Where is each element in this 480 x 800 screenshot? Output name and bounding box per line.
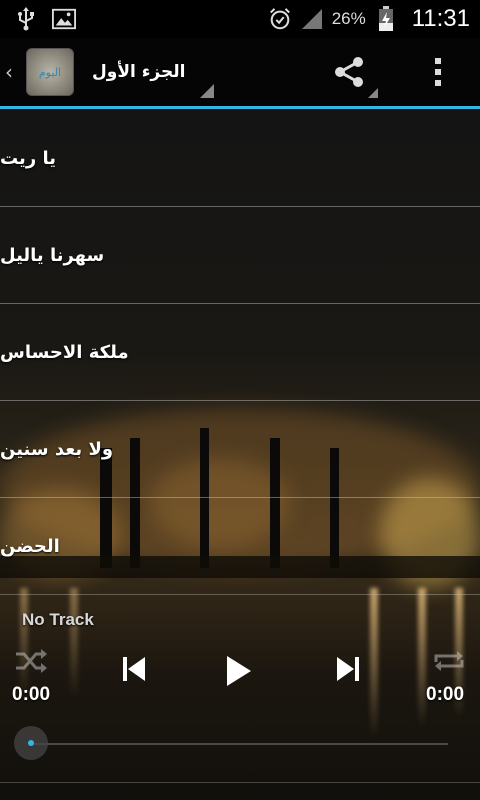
seek-bar[interactable]: [32, 743, 448, 745]
song-title: سهرنا ياليل: [0, 244, 105, 266]
next-icon: [337, 657, 359, 681]
song-item[interactable]: الحضن: [0, 498, 480, 595]
section-title: الجزء الأول: [92, 62, 186, 82]
usb-icon: [14, 7, 38, 31]
song-title: ولا بعد سنين: [0, 438, 114, 460]
duration: 0:00: [426, 684, 465, 705]
play-icon: [227, 656, 251, 686]
battery-charging-icon: [374, 6, 398, 31]
spinner-corner-icon: [200, 84, 214, 98]
action-bar-accent-line: [0, 106, 480, 109]
app-icon-label: اليوم: [38, 65, 62, 79]
section-spinner[interactable]: الجزء الأول: [92, 38, 214, 106]
current-time: 0:00: [12, 684, 51, 705]
shuffle-icon: [16, 649, 47, 673]
seek-thumb[interactable]: [14, 726, 48, 760]
overflow-dot: [435, 80, 441, 86]
next-button[interactable]: [330, 652, 364, 686]
share-button[interactable]: [320, 38, 380, 106]
action-bar: ‹ اليوم الجزء الأول: [0, 38, 480, 109]
song-item[interactable]: يا ريت: [0, 110, 480, 207]
song-title: يا ريت: [0, 147, 56, 169]
app-icon[interactable]: اليوم: [26, 48, 74, 96]
song-title: ملكة الاحساس: [0, 341, 129, 363]
song-item[interactable]: ولا بعد سنين: [0, 401, 480, 498]
alarm-icon: [268, 7, 292, 31]
song-title: الحضن: [0, 535, 60, 557]
overflow-menu-button[interactable]: [418, 38, 458, 106]
battery-percent: 26%: [331, 9, 366, 28]
bottom-divider: [0, 782, 480, 783]
seek-thumb-dot: [28, 740, 34, 746]
status-bar: 26% 11:31: [0, 0, 480, 38]
shuffle-button[interactable]: [14, 648, 48, 674]
clock: 11:31: [411, 5, 470, 32]
previous-icon: [123, 657, 145, 681]
share-corner-icon: [368, 88, 378, 98]
player-panel: No Track 0:00 0:00: [0, 600, 480, 800]
song-list: يا ريت سهرنا ياليل ملكة الاحساس ولا بعد …: [0, 110, 480, 595]
track-name: No Track: [22, 610, 94, 629]
signal-icon: [300, 7, 324, 31]
repeat-icon: [434, 651, 464, 671]
play-button[interactable]: [222, 652, 256, 690]
song-item[interactable]: ملكة الاحساس: [0, 304, 480, 401]
repeat-button[interactable]: [432, 648, 466, 674]
share-icon: [335, 57, 363, 87]
previous-button[interactable]: [118, 652, 152, 686]
back-chevron-icon[interactable]: ‹: [0, 38, 18, 106]
song-item[interactable]: سهرنا ياليل: [0, 207, 480, 304]
overflow-menu-icon: [435, 58, 441, 64]
image-icon: [52, 7, 76, 31]
overflow-dot: [435, 69, 441, 75]
